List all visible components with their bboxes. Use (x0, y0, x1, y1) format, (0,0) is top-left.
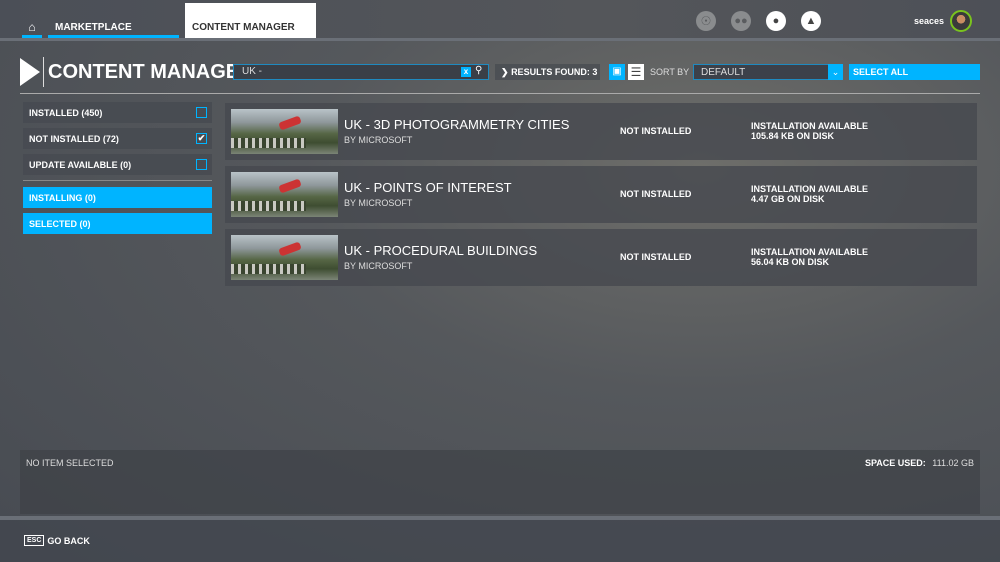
select-all-button[interactable]: SELECT ALL (849, 64, 980, 80)
footer-bar (0, 520, 1000, 562)
title-divider (43, 57, 44, 87)
list-item[interactable]: UK - 3D PHOTOGRAMMETRY CITIES BY MICROSO… (225, 103, 977, 160)
search-input[interactable]: UK - x ⚲ (233, 64, 489, 80)
item-availability: INSTALLATION AVAILABLE (751, 121, 868, 131)
sort-dropdown[interactable]: DEFAULT ⌄ (693, 64, 843, 80)
item-status: NOT INSTALLED (620, 126, 692, 136)
activity-icon[interactable]: ☉ (696, 11, 716, 31)
sort-value: DEFAULT (701, 67, 746, 78)
item-title: UK - PROCEDURAL BUILDINGS (344, 243, 538, 258)
list-item[interactable]: UK - PROCEDURAL BUILDINGS BY MICROSOFT N… (225, 229, 977, 286)
results-label: RESULTS FOUND: 3 (511, 67, 598, 77)
item-publisher: BY MICROSOFT (344, 198, 413, 208)
item-thumbnail (231, 172, 338, 217)
item-thumbnail (231, 109, 338, 154)
list-item[interactable]: UK - POINTS OF INTEREST BY MICROSOFT NOT… (225, 166, 977, 223)
item-title: UK - 3D PHOTOGRAMMETRY CITIES (344, 117, 570, 132)
item-status: NOT INSTALLED (620, 189, 692, 199)
chevron-right-icon: ❯ (501, 67, 509, 77)
avatar[interactable] (950, 10, 972, 32)
details-panel: NO ITEM SELECTED SPACE USED: 111.02 GB (20, 450, 980, 514)
sidebar-divider (23, 180, 212, 181)
profile-icon[interactable]: ● (766, 11, 786, 31)
go-back-button[interactable]: ESC GO BACK (24, 535, 90, 546)
tab-content-manager[interactable]: CONTENT MANAGER (185, 3, 316, 38)
username[interactable]: seaces (914, 16, 944, 26)
item-status: NOT INSTALLED (620, 252, 692, 262)
home-tab[interactable]: ⌂ (22, 18, 42, 38)
item-publisher: BY MICROSOFT (344, 261, 413, 271)
space-used-value: 111.02 GB (932, 458, 974, 468)
package-view-icon[interactable]: ▣ (609, 64, 625, 80)
filter-label: INSTALLED (450) (29, 107, 103, 118)
chevron-down-icon: ⌄ (828, 64, 843, 80)
checkbox[interactable] (196, 159, 207, 170)
filter-selected[interactable]: SELECTED (0) (23, 213, 212, 234)
space-used-label: SPACE USED: (864, 458, 926, 468)
filter-label: UPDATE AVAILABLE (0) (29, 159, 132, 170)
item-publisher: BY MICROSOFT (344, 135, 413, 145)
top-divider (0, 38, 1000, 41)
item-thumbnail (231, 235, 338, 280)
friends-icon[interactable]: ●● (731, 11, 751, 31)
content-manager-logo-icon (20, 58, 40, 86)
item-size: 4.47 GB ON DISK (751, 194, 825, 204)
checkbox-checked[interactable]: ✔ (196, 133, 207, 144)
search-icon[interactable]: ⚲ (475, 65, 482, 76)
home-icon: ⌂ (28, 20, 36, 34)
item-title: UK - POINTS OF INTEREST (344, 180, 512, 195)
selection-status: NO ITEM SELECTED (26, 458, 114, 468)
clear-search-icon[interactable]: x (461, 67, 471, 77)
item-size: 56.04 KB ON DISK (751, 257, 830, 267)
item-availability: INSTALLATION AVAILABLE (751, 184, 868, 194)
filter-installed[interactable]: INSTALLED (450) (23, 102, 212, 123)
list-view-icon[interactable]: ☰ (628, 64, 644, 80)
search-value: UK - (242, 66, 262, 77)
filter-label: INSTALLING (0) (29, 192, 96, 203)
esc-key-icon: ESC (24, 535, 45, 546)
notifications-icon[interactable]: ▲ (801, 11, 821, 31)
tab-label: MARKETPLACE (55, 22, 132, 33)
header-divider (20, 93, 980, 94)
filter-label: SELECTED (0) (29, 218, 91, 229)
filter-label: NOT INSTALLED (72) (29, 133, 119, 144)
filter-installing[interactable]: INSTALLING (0) (23, 187, 212, 208)
item-size: 105.84 KB ON DISK (751, 131, 835, 141)
filter-not-installed[interactable]: NOT INSTALLED (72) ✔ (23, 128, 212, 149)
tab-marketplace[interactable]: MARKETPLACE (48, 22, 179, 38)
item-availability: INSTALLATION AVAILABLE (751, 247, 868, 257)
checkbox[interactable] (196, 107, 207, 118)
filter-update-available[interactable]: UPDATE AVAILABLE (0) (23, 154, 212, 175)
tab-label: CONTENT MANAGER (192, 22, 295, 33)
go-back-label: GO BACK (47, 535, 90, 546)
sort-by-label: SORT BY (650, 67, 690, 77)
results-found: ❯ RESULTS FOUND: 3 (495, 64, 600, 80)
page-title: CONTENT MANAGER (48, 61, 254, 83)
